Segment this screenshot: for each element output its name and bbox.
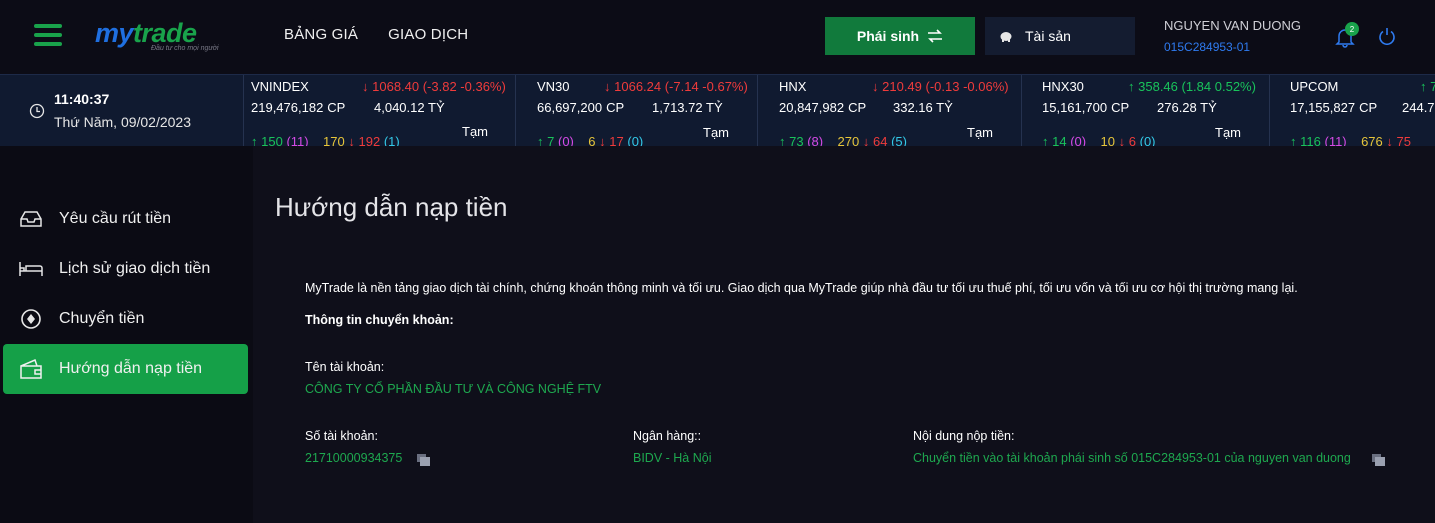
logo[interactable]: mytrade Đầu tư cho mọi người [95,18,219,54]
index-value: ↓ 210.49 (-0.13 -0.06%) [872,79,1009,94]
sidebar-item-label: Lịch sử giao dịch tiền [59,260,211,277]
index-amount: 4,040.12 TỶ [374,100,445,115]
sidebar-item-yeu-cau-rut-tien[interactable]: Yêu cầu rút tiền [3,194,248,244]
account-id: 015C284953-01 [1164,40,1251,54]
index-name: HNX [779,79,807,94]
index-value: ↓ 1066.24 (-7.14 -0.67%) [604,79,748,94]
tai-san-button[interactable]: Tài sản [985,17,1135,55]
index-volume: 20,847,982 CP [779,100,867,115]
index-volume: 15,161,700 CP [1042,100,1130,115]
wallet-icon [18,358,44,380]
index-amount: 244.7 [1402,100,1435,115]
transfer-circle-icon [18,308,44,330]
index-name: UPCOM [1290,79,1339,94]
logo-tagline: Đầu tư cho mọi người [151,45,219,52]
index-vn30[interactable]: VN30 ↓ 1066.24 (-7.14 -0.67%) 66,697,200… [515,75,757,162]
sidebar-item-label: Yêu cầu rút tiền [59,210,172,227]
account-number-label: Số tài khoản: [305,429,378,443]
account-name-label: Tên tài khoản: [305,360,385,374]
transfer-info-label: Thông tin chuyển khoản: [305,313,454,327]
phai-sinh-button[interactable]: Phái sinh [825,17,975,55]
menu-icon[interactable] [34,24,62,46]
bank-label: Ngân hàng:: [633,429,702,443]
inbox-icon [18,208,44,230]
content-label: Nội dung nộp tiền: [913,429,1015,443]
index-vnindex[interactable]: VNINDEX ↓ 1068.40 (-3.82 -0.36%) 219,476… [243,75,515,161]
market-ticker: 11:40:37 Thứ Năm, 09/02/2023 VNINDEX ↓ 1… [0,74,1435,162]
sidebar-item-chuyen-tien[interactable]: Chuyển tiền [3,294,248,344]
bed-icon [18,258,44,280]
tai-san-label: Tài sản [1025,28,1071,44]
index-volume: 17,155,827 CP [1290,100,1378,115]
index-amount: 332.16 TỶ [893,100,953,115]
index-value: ↑ 358.46 (1.84 0.52%) [1128,79,1256,94]
content-value: Chuyển tiền vào tài khoản phái sinh số 0… [913,451,1351,465]
clock-date: Thứ Năm, 09/02/2023 [54,114,192,130]
index-value: ↓ 1068.40 (-3.82 -0.36%) [362,79,506,94]
page-title: Hướng dẫn nạp tiền [275,192,508,222]
index-amount: 276.28 TỶ [1157,100,1217,115]
main-content: Hướng dẫn nạp tiền MyTrade là nền tảng g… [253,146,1435,523]
clock-time: 11:40:37 [54,91,110,107]
index-volume: 219,476,182 CP [251,100,346,115]
power-icon[interactable] [1378,27,1396,45]
copy-icon[interactable] [1372,454,1385,466]
clock-icon [29,103,45,119]
sidebar-item-huong-dan-nap-tien[interactable]: Hướng dẫn nạp tiền [3,344,248,394]
index-name: VN30 [537,79,570,94]
index-amount: 1,713.72 TỶ [652,100,723,115]
phai-sinh-label: Phái sinh [856,28,920,44]
swap-icon [928,29,943,43]
index-name: VNINDEX [251,79,309,94]
notification-badge: 2 [1345,22,1359,36]
copy-icon[interactable] [417,454,430,466]
nav-giao-dich[interactable]: GIAO DỊCH [388,26,468,43]
index-volume: 66,697,200 CP [537,100,625,115]
intro-text: MyTrade là nền tảng giao dịch tài chính,… [305,281,1298,295]
index-upcom[interactable]: UPCOM ↑ 7 17,155,827CP 244.7 ↑ 116 (11) … [1269,75,1435,147]
sidebar-item-label: Hướng dẫn nạp tiền [59,360,203,377]
account-number-value: 21710000934375 [305,451,403,465]
index-value: ↑ 7 [1420,79,1435,94]
sidebar-item-label: Chuyển tiền [59,310,145,327]
index-hnx30[interactable]: HNX30 ↑ 358.46 (1.84 0.52%) 15,161,700 CP… [1021,75,1269,162]
user-name[interactable]: NGUYEN VAN DUONG [1164,18,1301,33]
bank-value: BIDV - Hà Nội [633,451,712,465]
index-name: HNX30 [1042,79,1084,94]
account-name-value: CÔNG TY CỔ PHẦN ĐẦU TƯ VÀ CÔNG NGHỆ FTV [305,382,602,396]
sidebar-item-lich-su-giao-dich[interactable]: Lịch sử giao dịch tiền [3,244,248,294]
index-hnx[interactable]: HNX ↓ 210.49 (-0.13 -0.06%) 20,847,982 CP… [757,75,1021,162]
piggy-bank-icon [1000,31,1012,42]
top-bar: mytrade Đầu tư cho mọi người BẢNG GIÁ GI… [0,0,1435,74]
main-nav: BẢNG GIÁ GIAO DỊCH [284,26,468,43]
sidebar: Yêu cầu rút tiền Lịch sử giao dịch tiền … [0,146,253,523]
clock: 11:40:37 Thứ Năm, 09/02/2023 [0,75,243,147]
nav-bang-gia[interactable]: BẢNG GIÁ [284,26,358,43]
